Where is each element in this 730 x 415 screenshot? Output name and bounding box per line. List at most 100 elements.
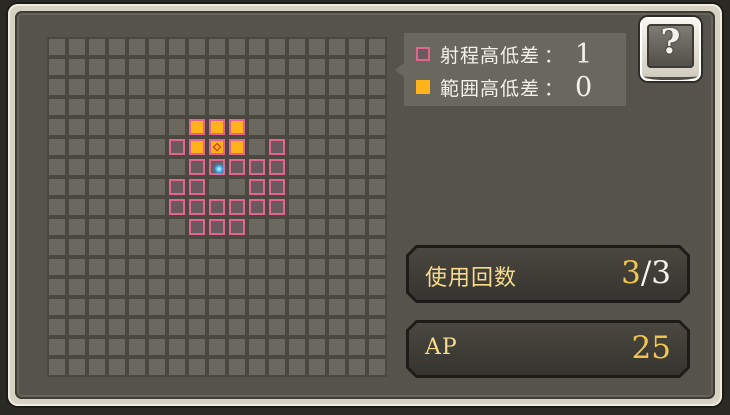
- grid-tile[interactable]: [369, 299, 385, 315]
- grid-tile[interactable]: [349, 99, 365, 115]
- grid-tile[interactable]: [249, 359, 265, 375]
- range-tile[interactable]: [249, 199, 265, 215]
- grid-tile[interactable]: [89, 39, 105, 55]
- grid-tile[interactable]: [209, 99, 225, 115]
- grid-tile[interactable]: [89, 79, 105, 95]
- grid-tile[interactable]: [269, 219, 285, 235]
- grid-tile[interactable]: [269, 359, 285, 375]
- grid-tile[interactable]: [69, 279, 85, 295]
- grid-tile[interactable]: [369, 139, 385, 155]
- grid-tile[interactable]: [89, 59, 105, 75]
- grid-tile[interactable]: [309, 239, 325, 255]
- grid-tile[interactable]: [209, 319, 225, 335]
- grid-tile[interactable]: [89, 359, 105, 375]
- grid-tile[interactable]: [69, 299, 85, 315]
- grid-tile[interactable]: [109, 199, 125, 215]
- grid-tile[interactable]: [269, 39, 285, 55]
- grid-tile[interactable]: [109, 39, 125, 55]
- grid-tile[interactable]: [229, 319, 245, 335]
- grid-tile[interactable]: [329, 59, 345, 75]
- grid-tile[interactable]: [69, 339, 85, 355]
- range-tile[interactable]: [269, 139, 285, 155]
- grid-tile[interactable]: [269, 239, 285, 255]
- grid-tile[interactable]: [229, 239, 245, 255]
- grid-tile[interactable]: [109, 219, 125, 235]
- grid-tile[interactable]: [269, 259, 285, 275]
- grid-tile[interactable]: [189, 339, 205, 355]
- grid-tile[interactable]: [109, 239, 125, 255]
- grid-tile[interactable]: [189, 59, 205, 75]
- grid-tile[interactable]: [249, 299, 265, 315]
- grid-tile[interactable]: [149, 279, 165, 295]
- grid-tile[interactable]: [149, 179, 165, 195]
- grid-tile[interactable]: [109, 279, 125, 295]
- grid-tile[interactable]: [169, 39, 185, 55]
- grid-tile[interactable]: [289, 219, 305, 235]
- grid-tile[interactable]: [169, 59, 185, 75]
- range-tile[interactable]: [229, 159, 245, 175]
- grid-tile[interactable]: [169, 239, 185, 255]
- grid-tile[interactable]: [269, 319, 285, 335]
- grid-tile[interactable]: [209, 79, 225, 95]
- grid-tile[interactable]: [109, 339, 125, 355]
- grid-tile[interactable]: [289, 99, 305, 115]
- grid-tile[interactable]: [49, 99, 65, 115]
- grid-tile[interactable]: [89, 119, 105, 135]
- grid-tile[interactable]: [229, 79, 245, 95]
- grid-tile[interactable]: [209, 39, 225, 55]
- grid-tile[interactable]: [149, 39, 165, 55]
- grid-tile[interactable]: [369, 179, 385, 195]
- grid-tile[interactable]: [69, 79, 85, 95]
- grid-tile[interactable]: [149, 319, 165, 335]
- grid-tile[interactable]: [69, 239, 85, 255]
- grid-tile[interactable]: [49, 259, 65, 275]
- effect-area-tile[interactable]: [189, 119, 205, 135]
- grid-tile[interactable]: [49, 199, 65, 215]
- grid-tile[interactable]: [69, 159, 85, 175]
- grid-tile[interactable]: [309, 199, 325, 215]
- grid-tile[interactable]: [249, 319, 265, 335]
- range-tile[interactable]: [209, 219, 225, 235]
- range-tile[interactable]: [189, 179, 205, 195]
- grid-tile[interactable]: [349, 39, 365, 55]
- grid-tile[interactable]: [89, 179, 105, 195]
- grid-tile[interactable]: [349, 119, 365, 135]
- grid-tile[interactable]: [329, 259, 345, 275]
- grid-tile[interactable]: [149, 259, 165, 275]
- grid-tile[interactable]: [149, 159, 165, 175]
- grid-tile[interactable]: [249, 139, 265, 155]
- grid-tile[interactable]: [169, 319, 185, 335]
- grid-tile[interactable]: [69, 219, 85, 235]
- grid-tile[interactable]: [249, 79, 265, 95]
- grid-tile[interactable]: [349, 159, 365, 175]
- grid-tile[interactable]: [329, 339, 345, 355]
- grid-tile[interactable]: [289, 119, 305, 135]
- grid-tile[interactable]: [289, 139, 305, 155]
- grid-tile[interactable]: [269, 299, 285, 315]
- grid-tile[interactable]: [49, 299, 65, 315]
- grid-tile[interactable]: [309, 179, 325, 195]
- grid-tile[interactable]: [49, 119, 65, 135]
- grid-tile[interactable]: [289, 279, 305, 295]
- grid-tile[interactable]: [249, 339, 265, 355]
- grid-tile[interactable]: [49, 159, 65, 175]
- grid-tile[interactable]: [289, 159, 305, 175]
- grid-tile[interactable]: [269, 339, 285, 355]
- grid-tile[interactable]: [129, 79, 145, 95]
- grid-tile[interactable]: [369, 279, 385, 295]
- grid-tile[interactable]: [369, 119, 385, 135]
- grid-tile[interactable]: [229, 299, 245, 315]
- range-tile[interactable]: [269, 199, 285, 215]
- grid-tile[interactable]: [309, 59, 325, 75]
- grid-tile[interactable]: [49, 239, 65, 255]
- grid-tile[interactable]: [349, 59, 365, 75]
- grid-tile[interactable]: [89, 339, 105, 355]
- grid-tile[interactable]: [349, 79, 365, 95]
- grid-tile[interactable]: [129, 339, 145, 355]
- grid-tile[interactable]: [189, 319, 205, 335]
- grid-tile[interactable]: [289, 259, 305, 275]
- grid-tile[interactable]: [369, 199, 385, 215]
- grid-tile[interactable]: [109, 79, 125, 95]
- grid-tile[interactable]: [269, 79, 285, 95]
- grid-tile[interactable]: [249, 219, 265, 235]
